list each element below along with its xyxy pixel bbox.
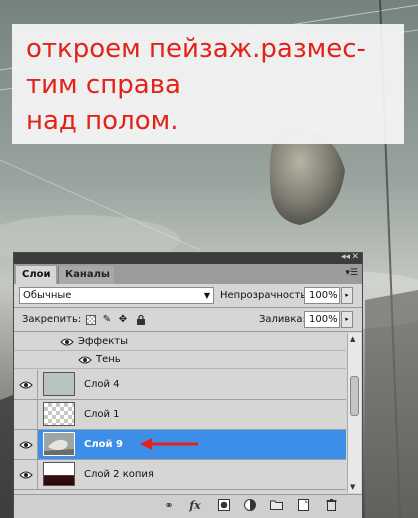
link-icon[interactable]: ⚭ (162, 499, 176, 513)
layer-list-scrollbar[interactable]: ▲ ▼ (347, 333, 361, 493)
panel-tabbar: Слои Каналы ▾☰ (14, 264, 362, 284)
blend-row: Обычные ▼ Непрозрачность: 100% ▸ (14, 285, 362, 307)
collapse-icon[interactable]: ◂◂ (341, 252, 350, 262)
group-icon[interactable] (269, 499, 283, 513)
tab-channels[interactable]: Каналы (58, 266, 114, 284)
visibility-toggle[interactable] (14, 460, 38, 489)
eye-icon[interactable] (19, 440, 33, 450)
layer-row[interactable]: Слой 4 (14, 370, 346, 400)
lock-row: Закрепить: ✎ ✥ Заливка: 100% ▸ (14, 309, 362, 331)
layer-thumbnail (43, 372, 75, 396)
shadow-effect-row[interactable]: Тень (14, 351, 346, 369)
shadow-label: Тень (96, 354, 121, 365)
layer-name: Слой 9 (84, 439, 123, 450)
visibility-toggle[interactable] (14, 370, 38, 399)
effects-label: Эффекты (78, 336, 128, 347)
lock-all-icon[interactable] (136, 314, 146, 325)
layer-thumbnail (43, 462, 75, 486)
chevron-down-icon: ▼ (203, 291, 210, 300)
visibility-toggle[interactable] (14, 400, 38, 429)
layer-name: Слой 1 (84, 409, 120, 420)
fx-icon[interactable]: fx (188, 499, 202, 513)
mask-icon[interactable] (217, 499, 231, 513)
scrollbar-thumb[interactable] (350, 376, 359, 416)
layers-bottom-toolbar: ⚭ fx (14, 494, 362, 518)
divider (14, 331, 362, 332)
adjustment-icon[interactable] (243, 499, 257, 513)
blend-mode-select[interactable]: Обычные ▼ (19, 287, 214, 304)
eye-icon[interactable] (60, 337, 74, 347)
layer-name: Слой 4 (84, 379, 120, 390)
layer-name: Слой 2 копия (84, 469, 154, 480)
caption-line-2: тим справа (26, 70, 181, 100)
panel-menu-icon[interactable]: ▾☰ (345, 268, 358, 278)
scroll-up-icon[interactable]: ▲ (350, 335, 355, 343)
caption-line-3: над полом. (26, 106, 179, 136)
lock-brush-icon[interactable]: ✎ (102, 315, 112, 325)
new-layer-icon[interactable] (296, 499, 310, 513)
opacity-label: Непрозрачность: (220, 290, 310, 301)
opacity-slider-button[interactable]: ▸ (341, 287, 353, 304)
visibility-toggle[interactable] (14, 430, 38, 459)
eye-icon[interactable] (78, 355, 92, 365)
instruction-caption: откроем пейзаж.размес- тим справа над по… (12, 24, 404, 144)
layer-list: Эффекты Тень Слой 4 Слой 1 Слой 9 Слой 2… (14, 333, 346, 493)
layer-row-selected[interactable]: Слой 9 (14, 430, 346, 460)
opacity-input[interactable]: 100% (304, 287, 340, 304)
close-icon[interactable]: ✕ (351, 252, 359, 262)
layer-thumbnail (43, 432, 75, 456)
fill-slider-button[interactable]: ▸ (341, 311, 353, 328)
fill-label: Заливка: (259, 314, 306, 325)
blend-mode-value: Обычные (23, 290, 72, 301)
red-arrow-annotation (140, 438, 198, 450)
scroll-down-icon[interactable]: ▼ (350, 483, 355, 491)
divider (14, 307, 362, 308)
trash-icon[interactable] (324, 499, 338, 513)
eye-icon[interactable] (19, 380, 33, 390)
lock-label: Закрепить: (22, 314, 82, 325)
layer-row[interactable]: Слой 1 (14, 400, 346, 430)
tab-layers[interactable]: Слои (16, 266, 56, 284)
effects-row[interactable]: Эффекты (14, 333, 346, 351)
caption-line-1: откроем пейзаж.размес- (26, 34, 366, 64)
layers-panel: ◂◂ ✕ Слои Каналы ▾☰ Обычные ▼ Непрозрачн… (13, 252, 363, 518)
fill-input[interactable]: 100% (304, 311, 340, 328)
layer-row[interactable]: Слой 2 копия (14, 460, 346, 490)
lock-move-icon[interactable]: ✥ (118, 315, 128, 325)
lock-transparency-icon[interactable] (86, 315, 96, 325)
panel-titlebar: ◂◂ ✕ (14, 252, 362, 264)
eye-icon[interactable] (19, 470, 33, 480)
layer-thumbnail (43, 402, 75, 426)
